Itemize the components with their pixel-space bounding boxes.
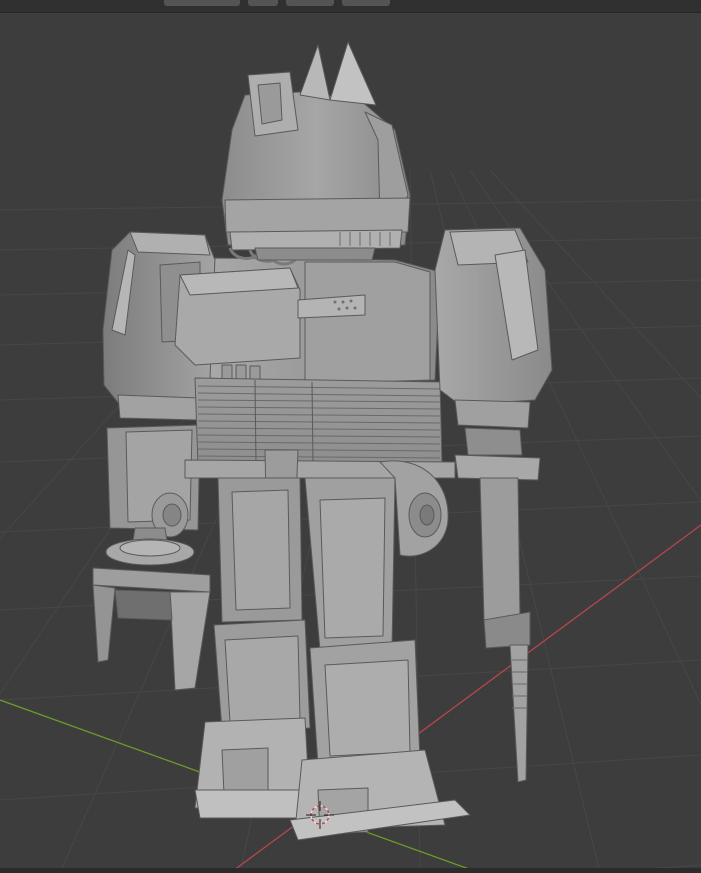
robot-head[interactable] [221, 41, 411, 261]
snap-icon[interactable] [342, 0, 390, 6]
3d-viewport[interactable] [0, 0, 701, 873]
pivot-icon[interactable] [286, 0, 334, 6]
viewport-header [0, 0, 701, 13]
right-arm[interactable] [434, 227, 553, 783]
status-bar [0, 868, 701, 873]
viewport-canvas[interactable] [0, 0, 701, 873]
abdomen[interactable] [194, 377, 443, 466]
object-mode-icon[interactable] [164, 0, 240, 6]
orientation-icon[interactable] [248, 0, 278, 6]
torso[interactable] [174, 247, 441, 386]
robot-model[interactable] [92, 41, 553, 841]
left-leg[interactable] [194, 477, 319, 819]
